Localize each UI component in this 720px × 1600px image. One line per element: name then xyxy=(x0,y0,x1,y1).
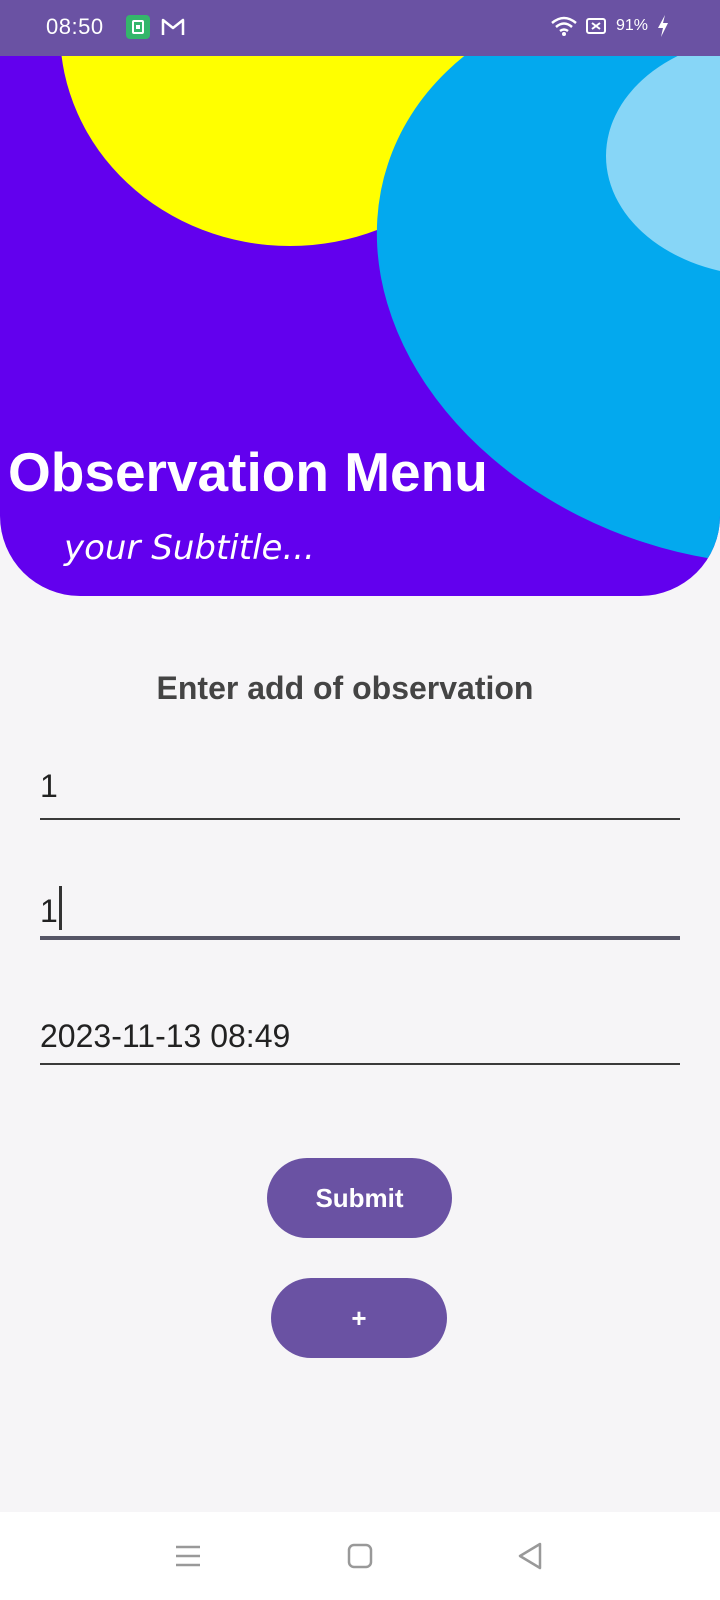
status-right-group: 91% xyxy=(550,14,670,38)
text-cursor xyxy=(58,886,62,930)
page-title: Observation Menu xyxy=(8,441,488,503)
battery-saver-icon xyxy=(585,17,608,35)
menu-icon[interactable] xyxy=(170,1538,206,1574)
battery-percent: 91% xyxy=(615,17,648,34)
page-subtitle: your Subtitle... xyxy=(64,528,315,568)
home-icon[interactable] xyxy=(342,1538,378,1574)
observation-field-1-value: 1 xyxy=(40,768,58,804)
wifi-icon xyxy=(550,15,578,37)
observation-field-2-value: 1 xyxy=(40,893,58,929)
header-banner: Observation Menu your Subtitle... xyxy=(0,56,720,596)
observation-field-2[interactable]: 1 xyxy=(40,886,680,940)
gmail-icon xyxy=(160,15,186,39)
observation-datetime-value: 2023-11-13 08:49 xyxy=(40,1018,291,1054)
form-heading: Enter add of observation xyxy=(156,670,534,706)
back-icon[interactable] xyxy=(512,1538,548,1574)
add-button[interactable]: + xyxy=(271,1278,447,1358)
observation-field-1[interactable]: 1 xyxy=(40,768,680,820)
app-notification-icon xyxy=(126,15,150,39)
charging-icon xyxy=(656,14,670,38)
submit-button[interactable]: Submit xyxy=(267,1158,452,1238)
navigation-bar xyxy=(0,1512,720,1600)
status-bar: 08:50 91% xyxy=(0,0,720,56)
observation-datetime-field[interactable]: 2023-11-13 08:49 xyxy=(40,1018,680,1065)
status-time: 08:50 xyxy=(46,14,104,39)
